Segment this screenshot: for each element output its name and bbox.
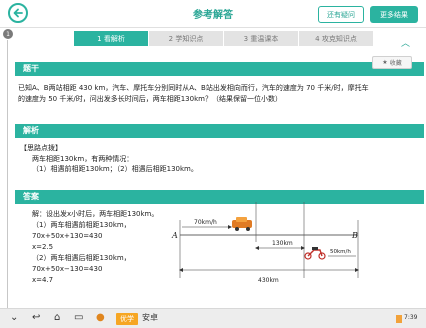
answer-line: （1）两车相遇前相距130km， xyxy=(32,221,131,229)
answer-line: x=4.7 xyxy=(32,276,54,284)
total-label: 430km xyxy=(258,277,279,284)
question-line-2: 的速度为 50 千米/时，问出发多长时间后，两车相距130km？（结果保留一位小… xyxy=(18,95,282,103)
gap-arrow-left-head xyxy=(255,246,259,250)
gap-arrow-right-head xyxy=(301,246,305,250)
more-results-button[interactable]: 更多结果 xyxy=(370,6,418,23)
total-arrow-left-head xyxy=(179,268,183,272)
question-line-1: 已知A、B两站相距 430 km，汽车、摩托车分别同时从A、B站出发相向而行，汽… xyxy=(18,84,369,92)
android-tag[interactable]: 安卓 xyxy=(142,312,158,323)
youxue-tag[interactable]: 优学 xyxy=(116,313,138,325)
total-arrow-right-head xyxy=(355,268,359,272)
tab-learn-knowledge[interactable]: 2 学知识点 xyxy=(149,31,224,46)
moto-speed-label: 50km/h xyxy=(330,249,351,255)
clock: 7:39 xyxy=(404,314,418,321)
answer-line: x=2.5 xyxy=(32,243,54,251)
car-speed-label: 70km/h xyxy=(194,219,217,226)
top-bar: 参考解答 还有疑问 更多结果 xyxy=(0,0,426,28)
answer-line: 70x+50x+130=430 xyxy=(32,232,103,240)
answer-line: （2）两车相遇后相距130km， xyxy=(32,254,131,262)
analysis-line-2: （1）相遇前相距130km；（2）相遇后相距130km。 xyxy=(32,165,198,173)
home-icon[interactable]: ⌂ xyxy=(54,312,60,323)
collapse-icon[interactable]: ︿ xyxy=(401,36,410,49)
microphone-icon[interactable]: ● xyxy=(96,312,105,323)
ask-question-button[interactable]: 还有疑问 xyxy=(318,6,364,23)
collapse-down-icon[interactable]: ⌄ xyxy=(10,312,18,323)
point-b-label: B xyxy=(351,231,358,240)
motorcycle-icon xyxy=(304,247,326,260)
system-bar: ⌄ ↩ ⌂ ▭ ● 优学 安卓 7:39 xyxy=(0,308,426,328)
car-arrow-head xyxy=(228,225,232,229)
back-nav-icon[interactable]: ↩ xyxy=(32,312,40,323)
tab-master-knowledge[interactable]: 4 攻克知识点 xyxy=(299,31,374,46)
recent-apps-icon[interactable]: ▭ xyxy=(74,312,83,323)
tab-review-textbook[interactable]: 3 重温课本 xyxy=(224,31,299,46)
gap-label: 130km xyxy=(272,240,293,247)
page-index-badge: 1 xyxy=(3,29,13,39)
point-a-label: A xyxy=(171,231,178,240)
star-icon: ★ xyxy=(382,59,388,66)
answer-heading: 答案 xyxy=(23,192,39,201)
analysis-heading: 解析 xyxy=(23,126,39,135)
car-icon xyxy=(232,217,252,231)
analysis-header: 解析 xyxy=(15,124,424,138)
tab-view-analysis[interactable]: 1 看解析 xyxy=(74,31,149,46)
question-header: 题干 xyxy=(15,62,424,76)
answer-line: 70x+50x−130=430 xyxy=(32,265,103,273)
side-divider xyxy=(7,40,8,308)
answer-line: 解：设出发x小时后，两车相距130km。 xyxy=(32,210,159,218)
favorite-label: 收藏 xyxy=(389,60,402,67)
step-tabs: 1 看解析 2 学知识点 3 重温课本 4 攻克知识点 xyxy=(74,31,374,46)
favorite-button[interactable]: ★ 收藏 xyxy=(372,56,412,69)
analysis-tip: 【思路点拨】 xyxy=(20,144,62,152)
question-heading: 题干 xyxy=(23,64,39,73)
screen: 参考解答 还有疑问 更多结果 1 1 看解析 2 学知识点 3 重温课本 4 攻… xyxy=(0,0,426,328)
distance-diagram: A B 70km/h 130km 50km/h 430km xyxy=(171,202,359,284)
battery-icon xyxy=(396,315,402,323)
